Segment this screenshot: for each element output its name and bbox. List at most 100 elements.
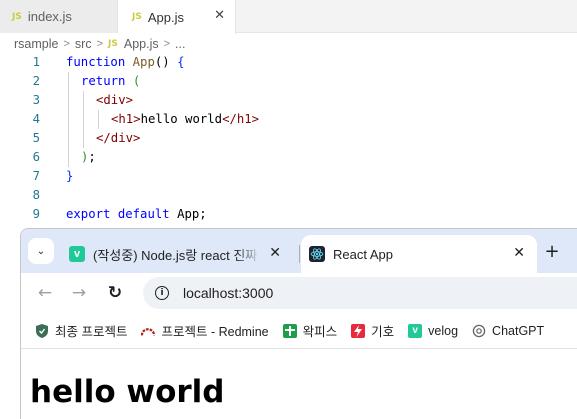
bookmark-label: 프로젝트 - Redmine xyxy=(161,325,269,339)
page-content: hello world xyxy=(21,350,577,419)
chevron-right-icon: > xyxy=(163,38,171,50)
browser-window: ⌄ v (작성중) Node.js랑 react 진짜 간단 ✕ React A… xyxy=(20,228,577,419)
breadcrumb-item-src[interactable]: src xyxy=(75,37,92,51)
site-info-icon[interactable]: i xyxy=(155,286,169,300)
back-button[interactable]: ← xyxy=(33,281,57,305)
code-token: hello world xyxy=(140,112,223,126)
code-text: ); xyxy=(81,148,96,167)
code-token: export xyxy=(66,207,118,221)
bookmark-label: ChatGPT xyxy=(492,323,545,338)
arrow-right-icon: → xyxy=(71,283,87,303)
line-number: 8 xyxy=(32,188,40,202)
code-text: export default App; xyxy=(66,205,207,224)
code-text: </div> xyxy=(96,129,140,148)
code-line[interactable]: 1 function App() { xyxy=(0,53,577,72)
code-text: return ( xyxy=(81,72,140,91)
js-file-icon: JS xyxy=(12,11,22,22)
close-icon[interactable]: ✕ xyxy=(269,245,281,261)
velog-icon: v xyxy=(408,323,423,338)
code-text: <div> xyxy=(96,91,133,110)
browser-toolbar: ← → ↻ i localhost:3000 xyxy=(21,273,577,313)
code-token: default xyxy=(117,207,178,221)
url-text[interactable]: localhost:3000 xyxy=(183,285,273,301)
reload-icon: ↻ xyxy=(107,283,123,303)
browser-tab-velog[interactable]: v (작성중) Node.js랑 react 진짜 간단 ✕ xyxy=(61,235,293,273)
tab-search-button[interactable]: ⌄ xyxy=(28,238,54,264)
redmine-icon xyxy=(141,324,156,338)
code-line[interactable]: 5 </div> xyxy=(0,129,577,148)
bookmark-label: 왁피스 xyxy=(302,325,338,339)
plus-icon: + xyxy=(544,240,560,262)
code-line[interactable]: 2 return ( xyxy=(0,72,577,91)
tab-divider xyxy=(299,245,300,263)
bookmark-wakpiss[interactable]: 왁피스 xyxy=(282,321,338,340)
tab-label: index.js xyxy=(27,9,72,24)
line-number: 5 xyxy=(32,131,40,145)
code-line[interactable]: 8 xyxy=(0,186,577,205)
breadcrumb-item-rsample[interactable]: rsample xyxy=(14,37,58,51)
indent-guide xyxy=(83,129,84,148)
browser-tab-title: (작성중) Node.js랑 react 진짜 간단 xyxy=(93,247,261,263)
bookmark-label: 최종 프로젝트 xyxy=(55,325,128,339)
bookmark-chatgpt[interactable]: ChatGPT xyxy=(472,324,544,338)
indent-guide xyxy=(98,110,99,129)
code-line[interactable]: 4 <h1>hello world</h1> xyxy=(0,110,577,129)
code-token: return xyxy=(81,74,133,88)
code-line[interactable]: 7} xyxy=(0,167,577,186)
indent-guide xyxy=(68,91,69,110)
js-file-icon: JS xyxy=(132,12,142,22)
code-token: <div> xyxy=(96,93,134,107)
code-token: </h1> xyxy=(222,112,260,126)
breadcrumb-item-symbol[interactable]: ... xyxy=(175,37,185,51)
chevron-right-icon: > xyxy=(96,38,104,50)
reload-button[interactable]: ↻ xyxy=(103,281,127,305)
code-text: <h1>hello world</h1> xyxy=(111,110,259,129)
chevron-down-icon: ⌄ xyxy=(36,245,46,257)
line-number: 6 xyxy=(32,150,40,164)
velog-icon: v xyxy=(69,246,85,262)
editor-tab-bar: JS index.js JS App.js ✕ xyxy=(0,0,577,34)
breadcrumb-item-file[interactable]: App.js xyxy=(124,37,159,51)
browser-tab-title: React App xyxy=(333,246,393,262)
tab-index-js[interactable]: JS index.js xyxy=(0,0,118,33)
line-number: 2 xyxy=(32,74,40,88)
line-number: 9 xyxy=(32,207,40,221)
code-token: } xyxy=(66,169,74,183)
code-line[interactable]: 6); xyxy=(0,148,577,167)
lightning-icon xyxy=(351,323,366,338)
page-heading: hello world xyxy=(30,374,225,410)
bookmark-final-project[interactable]: 최종 프로젝트 xyxy=(35,321,127,340)
close-icon[interactable]: ✕ xyxy=(214,8,225,23)
browser-tab-strip: ⌄ v (작성중) Node.js랑 react 진짜 간단 ✕ React A… xyxy=(21,229,577,273)
code-line[interactable]: 3 <div> xyxy=(0,91,577,110)
bookmark-redmine[interactable]: 프로젝트 - Redmine xyxy=(141,321,269,340)
line-number: 1 xyxy=(32,55,40,69)
bookmark-velog[interactable]: v velog xyxy=(408,323,459,338)
code-token: ( xyxy=(132,74,141,88)
tab-label: App.js xyxy=(147,9,184,25)
tab-app-js[interactable]: JS App.js ✕ xyxy=(118,0,236,34)
indent-guide xyxy=(83,91,84,110)
bookmark-giho[interactable]: 기호 xyxy=(351,321,394,340)
forward-button[interactable]: → xyxy=(67,281,91,305)
indent-guide xyxy=(68,110,69,129)
close-icon[interactable]: ✕ xyxy=(513,245,525,261)
browser-tab-react-app[interactable]: React App ✕ xyxy=(301,235,537,273)
cross-icon xyxy=(282,323,297,338)
code-text: function App() { xyxy=(66,53,184,72)
bookmarks-bar: 최종 프로젝트 프로젝트 - Redmine 왁피스 기호 v velog Ch… xyxy=(21,313,577,349)
bookmark-label: 기호 xyxy=(371,325,395,339)
code-token: App xyxy=(132,55,155,69)
address-bar[interactable]: i localhost:3000 xyxy=(143,277,577,309)
indent-guide xyxy=(83,110,84,129)
code-line[interactable]: 9 export default App; xyxy=(0,205,577,224)
code-text: } xyxy=(66,167,73,186)
indent-guide xyxy=(68,72,69,91)
new-tab-button[interactable]: + xyxy=(539,238,565,264)
bookmark-label: velog xyxy=(428,323,459,338)
code-token: { xyxy=(177,55,185,69)
code-token: () xyxy=(154,55,178,69)
code-token: </div> xyxy=(96,131,141,145)
code-editor[interactable]: 1 function App() { 2 return (3 <div> 4 <h1>hel… xyxy=(0,53,577,224)
shield-icon xyxy=(35,323,49,338)
